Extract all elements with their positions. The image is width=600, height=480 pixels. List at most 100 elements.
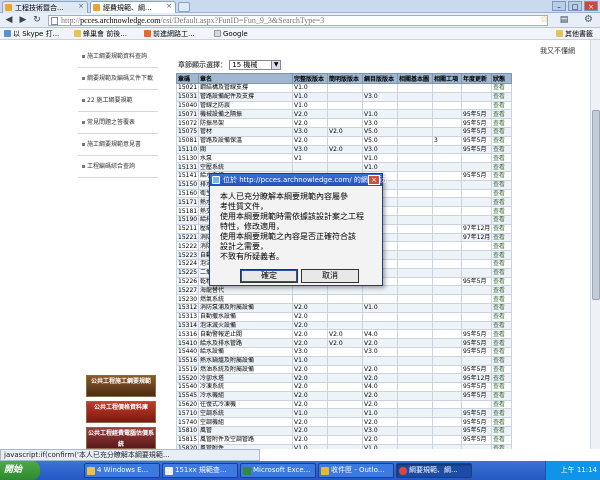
chapter-name-cell[interactable]: 自動撒水設備 [198, 311, 293, 322]
table-cell[interactable]: V2.0 [292, 338, 328, 348]
sidebar-item-22-spec[interactable]: 22 施工綱要規範 [78, 90, 158, 112]
other-bookmarks[interactable]: 其他書籤 [556, 29, 593, 39]
chapter-name-cell[interactable]: 防振吊架 [198, 118, 293, 128]
bookmark-star-icon[interactable]: ☆ [540, 14, 549, 25]
view-link[interactable]: 查看 [491, 258, 512, 269]
scrollbar-thumb[interactable] [592, 110, 600, 300]
table-cell[interactable]: V2.0 [292, 417, 328, 428]
back-arrow-icon[interactable]: ◀ [3, 15, 15, 26]
chapter-name-cell[interactable]: 管路及設備保溫 [198, 135, 293, 146]
table-cell[interactable]: V1.0 [362, 302, 398, 313]
close-tab-icon[interactable]: × [166, 2, 172, 10]
browser-tab-active[interactable]: 經費規範、綱... × [90, 1, 176, 13]
view-link[interactable]: 查看 [491, 346, 512, 357]
sidebar-item-download[interactable]: 綱要規範及編碼文件下載 [78, 68, 158, 90]
table-cell[interactable]: V1.0 [292, 443, 328, 449]
table-cell[interactable]: V2.0 [327, 126, 363, 137]
view-link[interactable]: 查看 [491, 426, 512, 436]
table-cell[interactable]: V2.0 [292, 302, 328, 313]
chapter-name-cell[interactable]: 泡沫滅火設備 [198, 320, 293, 331]
view-link[interactable]: 查看 [491, 135, 512, 146]
table-cell[interactable]: V3.0 [292, 346, 328, 357]
dialog-title-bar[interactable]: 位於 http://pcces.archnowledge.com/ 的網頁表示：… [210, 174, 396, 186]
table-cell[interactable]: V3.0 [362, 118, 398, 128]
view-link[interactable]: 查看 [491, 417, 512, 428]
table-cell[interactable]: V3.0 [292, 144, 328, 155]
table-cell[interactable]: V2.0 [292, 390, 328, 401]
chapter-name-cell[interactable]: 管材 [198, 126, 293, 137]
forward-arrow-icon[interactable]: ▶ [17, 15, 29, 26]
view-link[interactable]: 查看 [491, 179, 512, 190]
table-cell[interactable]: V1.0 [292, 83, 328, 93]
table-cell[interactable]: V2.0 [362, 373, 398, 384]
view-link[interactable]: 查看 [491, 382, 512, 392]
close-window-icon[interactable]: × [584, 1, 598, 11]
minimize-icon[interactable]: – [552, 1, 566, 11]
chapter-name-cell[interactable]: 風管附件及空調管路 [198, 434, 293, 445]
table-cell[interactable]: V2.0 [292, 373, 328, 384]
table-cell[interactable]: V2.0 [362, 417, 398, 428]
bookmark-item[interactable]: 前進網路工... [144, 29, 195, 39]
taskbar-item-outlook[interactable]: 收件匣 - Outlo... [318, 463, 394, 478]
start-button[interactable]: 開始 [0, 461, 40, 480]
view-link[interactable]: 查看 [491, 408, 512, 419]
view-link[interactable]: 查看 [491, 355, 512, 366]
banner-estimate[interactable]: 公共工程經費電腦估價系統 [86, 427, 156, 449]
chapter-name-cell[interactable]: 消防泵浦及附屬設備 [198, 302, 293, 313]
vertical-scrollbar[interactable] [590, 40, 600, 449]
view-link[interactable]: 查看 [491, 285, 512, 296]
taskbar-item-chrome[interactable]: 綱要規範、綱... [396, 463, 472, 478]
table-cell[interactable]: V2.0 [292, 135, 328, 146]
view-link[interactable]: 查看 [491, 373, 512, 384]
chapter-name-cell[interactable]: 水泵 [198, 153, 293, 164]
table-cell[interactable]: V4.0 [362, 382, 398, 392]
view-link[interactable]: 查看 [491, 126, 512, 137]
banner-price-db[interactable]: 公共工程價格資料庫 [86, 401, 156, 423]
view-link[interactable]: 查看 [491, 302, 512, 313]
table-cell[interactable]: V2.0 [292, 311, 328, 322]
chapter-name-cell[interactable]: 冷凍系統 [198, 382, 293, 392]
table-cell[interactable]: V2.0 [362, 399, 398, 410]
chapter-name-cell[interactable]: 管路設備配件及支撐 [198, 91, 293, 102]
sidebar-item-spec-query[interactable]: 施工綱要規範資料查詢 [78, 46, 158, 68]
close-icon[interactable]: × [368, 175, 380, 185]
table-cell[interactable]: V2.0 [327, 338, 363, 348]
page-menu-icon[interactable]: ▤ [558, 15, 570, 26]
view-link[interactable]: 查看 [491, 83, 512, 93]
table-cell[interactable]: V3.0 [362, 346, 398, 357]
table-cell[interactable]: V2.0 [292, 382, 328, 392]
view-link[interactable]: 查看 [491, 214, 512, 225]
table-cell[interactable]: V1.0 [362, 162, 398, 172]
bookmark-skype[interactable]: 以 Skype 打... [4, 29, 59, 39]
view-link[interactable]: 查看 [491, 276, 512, 287]
table-cell[interactable]: V3.0 [292, 126, 328, 137]
taskbar-item-excel[interactable]: Microsoft Exce... [240, 463, 316, 478]
chapter-name-cell[interactable]: 風管 [198, 426, 293, 436]
chapter-name-cell[interactable]: 空壓系統 [198, 162, 293, 172]
table-cell[interactable]: V2.0 [362, 434, 398, 445]
chapter-name-cell[interactable]: 熱水鍋爐及附屬設備 [198, 355, 293, 366]
view-link[interactable]: 查看 [491, 153, 512, 164]
chapter-name-cell[interactable]: 給水設備 [198, 346, 293, 357]
chapter-name-cell[interactable]: 海龍替代 [198, 285, 293, 296]
table-cell[interactable]: V2.0 [292, 118, 328, 128]
maximize-icon[interactable]: □ [568, 1, 582, 11]
view-link[interactable]: 查看 [491, 434, 512, 445]
view-link[interactable]: 查看 [491, 338, 512, 348]
view-link[interactable]: 查看 [491, 399, 512, 410]
table-cell[interactable]: V1.0 [362, 153, 398, 164]
table-cell[interactable]: V2.0 [362, 364, 398, 375]
chapter-name-cell[interactable]: 冷水機組 [198, 390, 293, 401]
chapter-name-cell[interactable]: 燃油系統及附屬設備 [198, 364, 293, 375]
view-link[interactable]: 查看 [491, 223, 512, 234]
view-link[interactable]: 查看 [491, 311, 512, 322]
chapter-name-cell[interactable]: 機械設備之隔振 [198, 109, 293, 120]
table-cell[interactable]: V2.0 [362, 390, 398, 401]
chapter-name-cell[interactable]: 閥 [198, 144, 293, 155]
view-link[interactable]: 查看 [491, 109, 512, 120]
chapter-name-cell[interactable]: 空調系統 [198, 408, 293, 419]
table-cell[interactable]: V2.0 [327, 329, 363, 340]
table-cell[interactable]: V1.0 [292, 355, 328, 366]
table-cell[interactable]: V1.0 [362, 408, 398, 419]
address-bar[interactable]: http://pcces.archnowledge.com/csi/Defaul… [48, 15, 548, 26]
